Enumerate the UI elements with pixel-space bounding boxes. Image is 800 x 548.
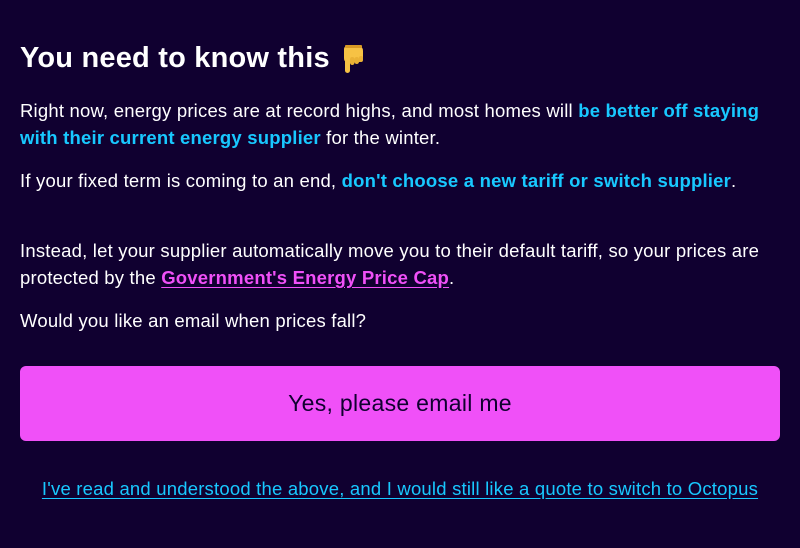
price-warning-text: Right now, energy prices are at record h…: [20, 97, 780, 151]
default-tariff-advice-text-end: .: [449, 267, 455, 288]
fixed-term-advice-text: If your fixed term is coming to an end, …: [20, 167, 780, 194]
email-prompt-text: Would you like an email when prices fall…: [20, 310, 367, 331]
energy-price-cap-link[interactable]: Government's Energy Price Cap: [161, 267, 449, 288]
fixed-term-advice-text-end: .: [731, 170, 737, 191]
email-me-button[interactable]: Yes, please email me: [20, 366, 780, 441]
price-warning-text-end: for the winter.: [320, 127, 441, 148]
energy-warning-panel: You need to know this Right now, energy …: [0, 0, 800, 548]
continue-to-switch-link[interactable]: I've read and understood the above, and …: [20, 475, 780, 502]
price-warning-text-start: Right now, energy prices are at record h…: [20, 100, 579, 121]
default-tariff-advice-text: Instead, let your supplier automatically…: [20, 237, 780, 291]
page-title: You need to know this: [20, 42, 366, 75]
fixed-term-advice-text-start: If your fixed term is coming to an end,: [20, 170, 342, 191]
page-title-text: You need to know this: [20, 42, 330, 74]
hand-pointing-down-icon: [340, 44, 366, 75]
dont-switch-highlight: don't choose a new tariff or switch supp…: [341, 170, 732, 191]
